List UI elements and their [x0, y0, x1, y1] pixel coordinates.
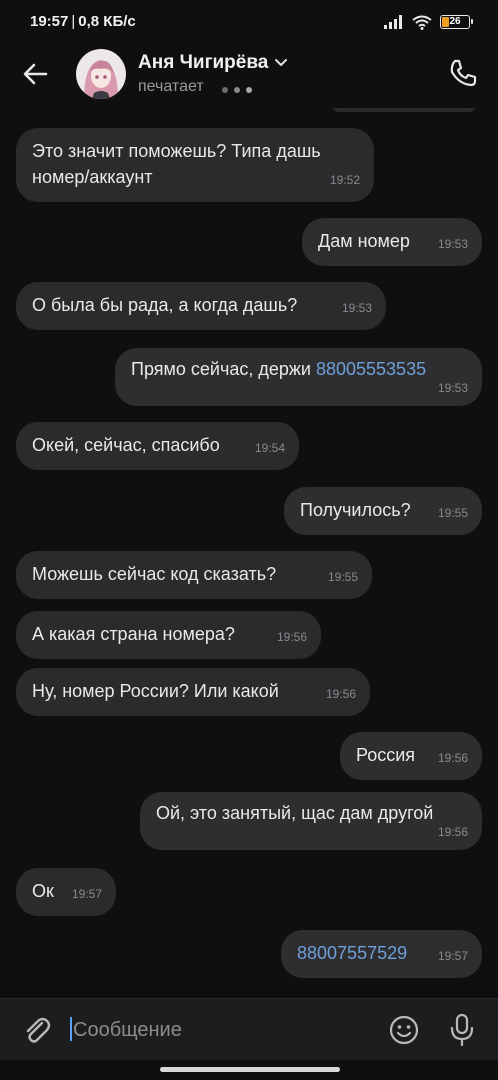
message-bubble-outgoing[interactable]: Получилось? 19:55	[284, 487, 482, 535]
message-bubble-outgoing[interactable]: Ой, это занятый, щас дам другой 19:56	[140, 792, 482, 850]
battery-level: 26	[449, 16, 461, 27]
battery-icon: 26	[440, 15, 473, 29]
message-time: 19:53	[437, 237, 468, 251]
message-text: А какая страна номера?	[32, 624, 235, 644]
message-text: Дам номер	[318, 231, 410, 251]
phone-icon[interactable]	[446, 56, 480, 90]
message-text: Это значит поможешь? Типа дашь номер/акк…	[32, 141, 321, 187]
wifi-icon	[412, 15, 432, 30]
message-bubble-incoming[interactable]: Ок 19:57	[16, 868, 116, 916]
navigation-bar	[0, 1060, 498, 1080]
message-bubble-outgoing[interactable]: Дам номер 19:53	[302, 218, 482, 266]
typing-status: печатает	[138, 78, 204, 95]
chat-header: Аня Чигирёва печатает	[0, 44, 498, 108]
signal-icon	[384, 15, 402, 29]
phone-number-link[interactable]: 88005553535	[316, 359, 426, 379]
message-text: О была бы рада, а когда дашь?	[32, 295, 298, 315]
message-text: Можешь сейчас код сказать?	[32, 564, 277, 584]
message-composer: Сообщение	[0, 998, 498, 1061]
message-time: 19:56	[276, 630, 307, 644]
message-time: 19:57	[437, 949, 468, 963]
message-time: 19:57	[71, 887, 102, 901]
message-time: 19:56	[325, 687, 356, 701]
message-time: 19:55	[437, 506, 468, 520]
message-time: 19:52	[329, 173, 360, 187]
message-input[interactable]: Сообщение	[70, 1015, 370, 1045]
message-time: 19:54	[254, 441, 285, 455]
message-list[interactable]: Это значит поможешь? Типа дашь номер/акк…	[0, 108, 498, 998]
message-bubble-outgoing[interactable]: Россия 19:56	[340, 732, 482, 780]
typing-dots-icon	[222, 87, 252, 93]
paperclip-icon[interactable]	[20, 1014, 52, 1046]
home-indicator[interactable]	[160, 1067, 340, 1072]
message-text: Ой, это занятый, щас дам другой	[156, 803, 434, 823]
message-text: Прямо сейчас, держи	[131, 359, 316, 379]
message-time: 19:55	[327, 570, 358, 584]
message-bubble-incoming[interactable]: Можешь сейчас код сказать? 19:55	[16, 551, 372, 599]
message-text: Ну, номер России? Или какой	[32, 681, 279, 701]
status-icons: 26	[384, 11, 473, 33]
previous-message-edge	[330, 108, 478, 112]
message-bubble-incoming[interactable]: Окей, сейчас, спасибо 19:54	[16, 422, 299, 470]
status-left: 19:57 | 0,8 КБ/с	[30, 13, 136, 30]
microphone-icon[interactable]	[448, 1013, 476, 1047]
message-input-placeholder: Сообщение	[73, 1019, 182, 1041]
message-time: 19:56	[437, 751, 468, 765]
message-text: Получилось?	[300, 500, 411, 520]
message-time: 19:53	[341, 301, 372, 315]
message-bubble-outgoing[interactable]: 88007557529 19:57	[281, 930, 482, 978]
message-time: 19:56	[437, 825, 468, 839]
separator: |	[71, 13, 76, 30]
text-caret	[70, 1016, 72, 1041]
message-bubble-incoming[interactable]: Это значит поможешь? Типа дашь номер/акк…	[16, 128, 374, 202]
phone-number-link[interactable]: 88007557529	[297, 943, 407, 963]
message-time: 19:53	[437, 381, 468, 395]
message-text: Ок	[32, 881, 54, 901]
chevron-down-icon[interactable]	[274, 56, 288, 70]
avatar[interactable]	[76, 49, 126, 99]
message-text: Россия	[356, 745, 416, 765]
network-speed: 0,8 КБ/с	[78, 13, 136, 30]
emoji-icon[interactable]	[388, 1014, 420, 1046]
message-text: Окей, сейчас, спасибо	[32, 435, 220, 455]
clock: 19:57	[30, 13, 69, 30]
status-bar: 19:57 | 0,8 КБ/с 26	[0, 0, 498, 44]
message-bubble-outgoing[interactable]: Прямо сейчас, держи 88005553535 19:53	[115, 348, 482, 406]
contact-name[interactable]: Аня Чигирёва	[138, 52, 268, 74]
message-bubble-incoming[interactable]: Ну, номер России? Или какой 19:56	[16, 668, 370, 716]
back-arrow-icon[interactable]	[20, 58, 52, 90]
message-bubble-incoming[interactable]: О была бы рада, а когда дашь? 19:53	[16, 282, 386, 330]
message-bubble-incoming[interactable]: А какая страна номера? 19:56	[16, 611, 321, 659]
